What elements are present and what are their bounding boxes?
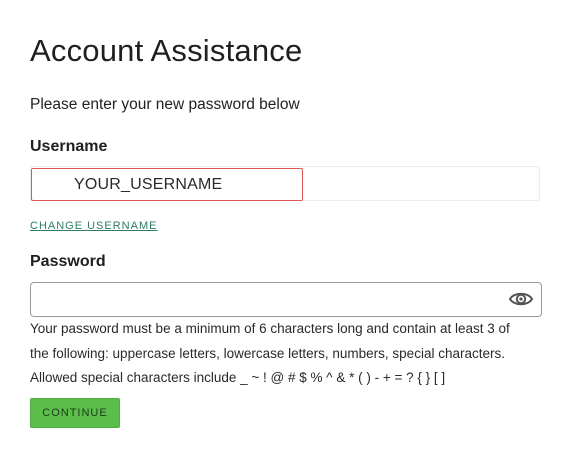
password-input[interactable] — [30, 282, 542, 317]
page-title: Account Assistance — [30, 33, 303, 68]
password-requirements-line: Allowed special characters include _ ~ !… — [30, 370, 446, 385]
username-label: Username — [30, 138, 108, 155]
password-requirements-line: Your password must be a minimum of 6 cha… — [30, 321, 510, 336]
password-label: Password — [30, 253, 106, 270]
password-requirements: Your password must be a minimum of 6 cha… — [30, 317, 550, 391]
continue-button[interactable]: CONTINUE — [30, 398, 120, 428]
change-username-link[interactable]: CHANGE USERNAME — [30, 220, 157, 233]
password-requirements-line: the following: uppercase letters, lowerc… — [30, 345, 505, 361]
page-subtitle: Please enter your new password below — [30, 96, 300, 113]
eye-icon[interactable] — [508, 289, 534, 309]
username-value: YOUR_USERNAME — [74, 176, 223, 193]
account-assistance-page: Account Assistance Please enter your new… — [0, 0, 574, 470]
